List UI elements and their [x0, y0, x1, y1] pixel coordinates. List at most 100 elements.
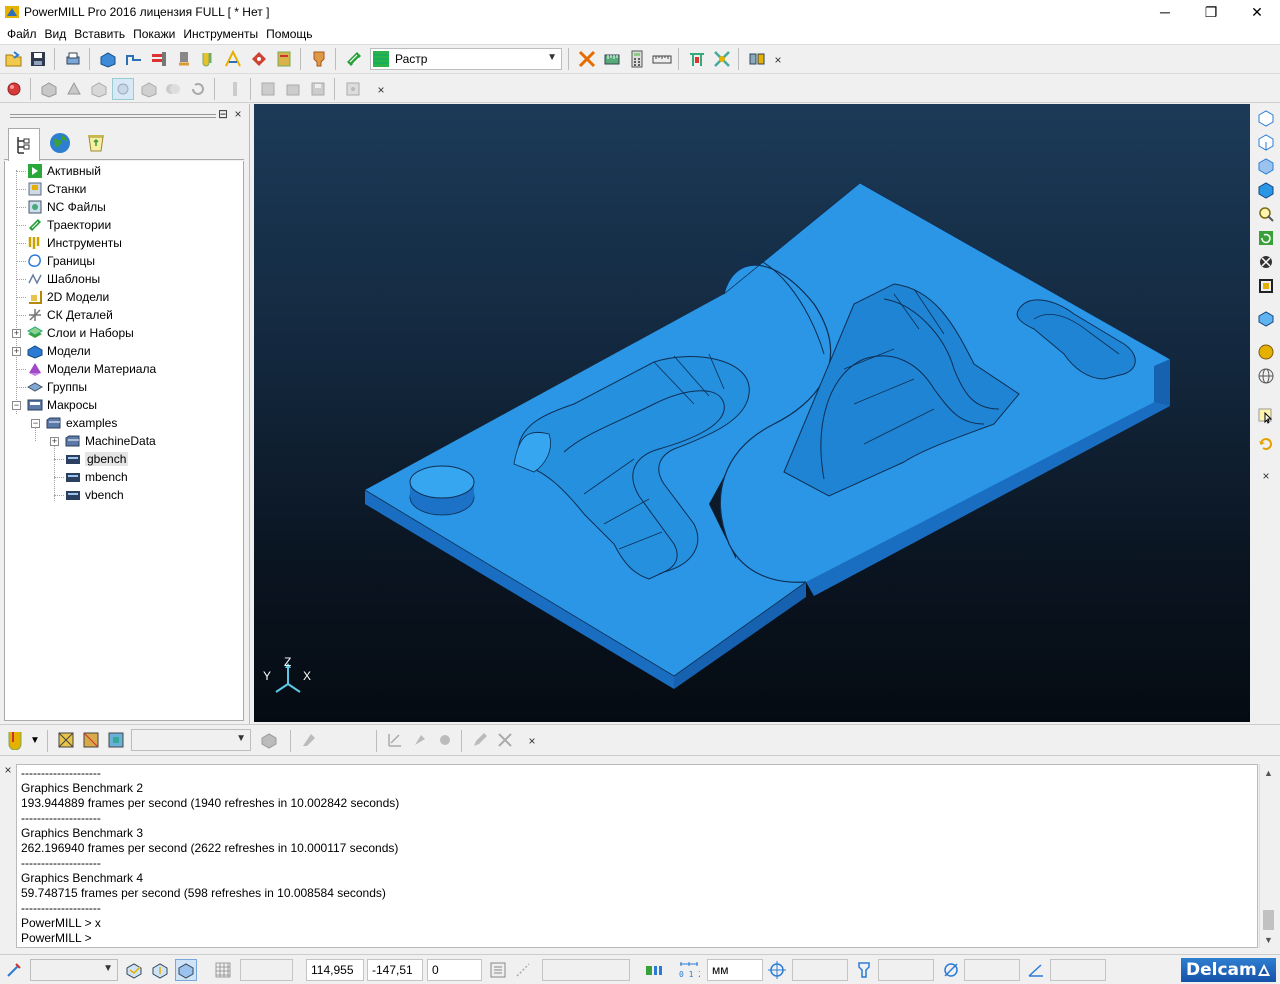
- tool-shape1-icon[interactable]: [55, 729, 77, 751]
- toolbar-close-icon[interactable]: ×: [772, 54, 784, 66]
- save-icon[interactable]: [27, 48, 49, 70]
- expand-layers[interactable]: +: [12, 329, 21, 338]
- menu-tools[interactable]: Инструменты: [179, 25, 262, 43]
- tool-shape3-icon[interactable]: [105, 729, 127, 751]
- scroll-thumb[interactable]: [1263, 910, 1274, 930]
- ruler-icon[interactable]: [651, 48, 673, 70]
- view-block-icon[interactable]: [1256, 308, 1276, 328]
- record-icon[interactable]: [3, 78, 25, 100]
- block-icon[interactable]: [97, 48, 119, 70]
- tree-item-layers[interactable]: Слои и Наборы: [27, 324, 134, 342]
- view-iso1-icon[interactable]: [1256, 108, 1276, 128]
- toolbar2-close-icon[interactable]: ×: [375, 84, 387, 96]
- toolpath-strategy-icon[interactable]: [222, 48, 244, 70]
- tool-holder-gray-icon[interactable]: [258, 729, 280, 751]
- explorer-close-icon[interactable]: ×: [232, 108, 244, 120]
- tool-database-icon[interactable]: [273, 48, 295, 70]
- sim-block-icon[interactable]: [38, 78, 60, 100]
- measure-icon[interactable]: [601, 48, 623, 70]
- tree-item-tools[interactable]: Инструменты: [27, 234, 122, 252]
- crosshair-icon[interactable]: [766, 959, 788, 981]
- coord-z-field[interactable]: 0: [427, 959, 482, 981]
- tree-item-patterns[interactable]: Шаблоны: [27, 270, 100, 288]
- graphics-viewport[interactable]: Z Y X: [254, 104, 1250, 722]
- shade-sphere-icon[interactable]: [1256, 342, 1276, 362]
- sim-reset-icon[interactable]: [187, 78, 209, 100]
- rapid-move-icon[interactable]: [123, 48, 145, 70]
- menu-view[interactable]: Вид: [41, 25, 71, 43]
- tool-delete-icon[interactable]: [494, 729, 516, 751]
- tool-dropdown-icon[interactable]: ▼: [28, 729, 42, 751]
- select-cursor-icon[interactable]: [1256, 406, 1276, 426]
- tree-item-2d-models[interactable]: 2D Модели: [27, 288, 109, 306]
- tree-item-machines[interactable]: Станки: [27, 180, 86, 198]
- recycle-tab[interactable]: [80, 128, 112, 158]
- menu-insert[interactable]: Вставить: [70, 25, 129, 43]
- minimize-button[interactable]: ─: [1142, 0, 1188, 24]
- transform-icon[interactable]: [711, 48, 733, 70]
- toolpath-tool-icon[interactable]: [198, 48, 220, 70]
- tolerance-field[interactable]: [792, 959, 848, 981]
- tree-tab[interactable]: [8, 128, 40, 161]
- angle-field[interactable]: [1050, 959, 1106, 981]
- tree-item-active[interactable]: Активный: [27, 162, 101, 180]
- tool-edit3-icon[interactable]: [434, 729, 456, 751]
- tree-item-gbench[interactable]: gbench: [65, 450, 129, 468]
- tolerance-icon[interactable]: [643, 959, 665, 981]
- tree-item-vbench[interactable]: vbench: [65, 486, 124, 504]
- tree-item-boundaries[interactable]: Границы: [27, 252, 95, 270]
- expand-models[interactable]: +: [12, 347, 21, 356]
- menu-display[interactable]: Покажи: [129, 25, 179, 43]
- console-output[interactable]: -------------------- Graphics Benchmark …: [16, 764, 1258, 948]
- view-iso2-icon[interactable]: [1256, 132, 1276, 152]
- open-icon[interactable]: [3, 48, 25, 70]
- menu-help[interactable]: Помощь: [262, 25, 316, 43]
- tree-item-stock-models[interactable]: Модели Материала: [27, 360, 156, 378]
- print-icon[interactable]: [62, 48, 84, 70]
- tree-item-mbench[interactable]: mbench: [65, 468, 128, 486]
- sim-rainbow-icon[interactable]: [112, 78, 134, 100]
- tool-edit1-icon[interactable]: [384, 729, 406, 751]
- collapse-macros[interactable]: −: [12, 401, 21, 410]
- raster-shading-icon[interactable]: [343, 48, 365, 70]
- tree-item-groups[interactable]: Группы: [27, 378, 87, 396]
- view-iso3-icon[interactable]: [1256, 156, 1276, 176]
- tree-item-macros[interactable]: Макросы: [27, 396, 97, 414]
- sim-stock-icon[interactable]: [138, 78, 160, 100]
- tool-length-icon[interactable]: [853, 959, 875, 981]
- sim-machine2-icon[interactable]: [282, 78, 304, 100]
- sim-bar-icon[interactable]: [224, 78, 246, 100]
- globe-tab[interactable]: [44, 128, 76, 158]
- explorer-pin-icon[interactable]: ⊟: [217, 108, 229, 120]
- tool-length-field[interactable]: [878, 959, 934, 981]
- tool-toolbar-close-icon[interactable]: ×: [526, 735, 538, 747]
- tool-edit2-icon[interactable]: [409, 729, 431, 751]
- lead-in-icon[interactable]: [173, 48, 195, 70]
- tree-item-models[interactable]: Модели: [27, 342, 91, 360]
- shading-mode-select[interactable]: Растр ▼: [370, 48, 562, 70]
- tree-item-nc-files[interactable]: NC Файлы: [27, 198, 106, 216]
- coord-x-field[interactable]: 114,955: [306, 959, 364, 981]
- view-toolbar-close-icon[interactable]: ×: [1260, 470, 1272, 482]
- coord-y-field[interactable]: -147,51: [367, 959, 423, 981]
- units-field[interactable]: мм: [707, 959, 763, 981]
- collapse-examples[interactable]: −: [31, 419, 40, 428]
- zoom-fit-icon[interactable]: [1256, 252, 1276, 272]
- tool-holder-icon[interactable]: [4, 729, 26, 751]
- tree-item-machinedata[interactable]: MachineData: [65, 432, 156, 450]
- scroll-down-icon[interactable]: ▼: [1260, 931, 1277, 948]
- calculator-icon[interactable]: [626, 48, 648, 70]
- menu-file[interactable]: Файл: [3, 25, 41, 43]
- refresh-view-icon[interactable]: [1256, 228, 1276, 248]
- snap-icon[interactable]: [512, 959, 534, 981]
- workplane-status-icon[interactable]: [123, 959, 145, 981]
- sim-options-icon[interactable]: [342, 78, 364, 100]
- workplane-status2-icon[interactable]: [149, 959, 171, 981]
- undo-select-icon[interactable]: [1256, 434, 1276, 454]
- coord-mode-icon[interactable]: [487, 959, 509, 981]
- diameter-icon[interactable]: [940, 959, 962, 981]
- zoom-box-icon[interactable]: [1256, 276, 1276, 296]
- simulation-icon[interactable]: [746, 48, 768, 70]
- status-pick-icon[interactable]: [3, 959, 25, 981]
- sim-save-icon[interactable]: [307, 78, 329, 100]
